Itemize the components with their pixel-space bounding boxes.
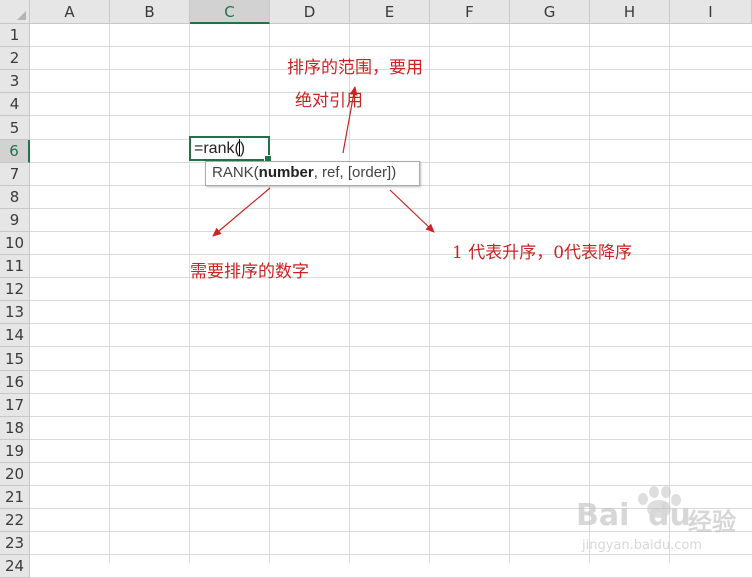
annotation-number: 需要排序的数字 <box>190 262 309 282</box>
spreadsheet-grid: A B C D E F G H I 1 2 3 4 5 6 7 8 9 10 11 12 13 14 15 1… <box>0 0 752 578</box>
annotation-arrows <box>212 86 435 237</box>
watermark-sub: 经验 <box>688 508 736 536</box>
watermark-brand2: du <box>648 498 691 533</box>
watermark-url: jingyan.baidu.com <box>582 538 702 553</box>
annotation-ref-line2: 绝对引用 <box>295 91 363 111</box>
arrow-to-order-note <box>389 189 435 233</box>
arrow-to-number-note <box>212 187 271 237</box>
annotation-ref-line1: 排序的范围，要用 <box>287 58 423 78</box>
watermark-brand: Bai <box>576 498 630 533</box>
baidu-watermark: Bai du 经验 jingyan.baidu.com <box>576 482 746 560</box>
annotation-order: 1 代表升序，0代表降序 <box>452 243 633 263</box>
